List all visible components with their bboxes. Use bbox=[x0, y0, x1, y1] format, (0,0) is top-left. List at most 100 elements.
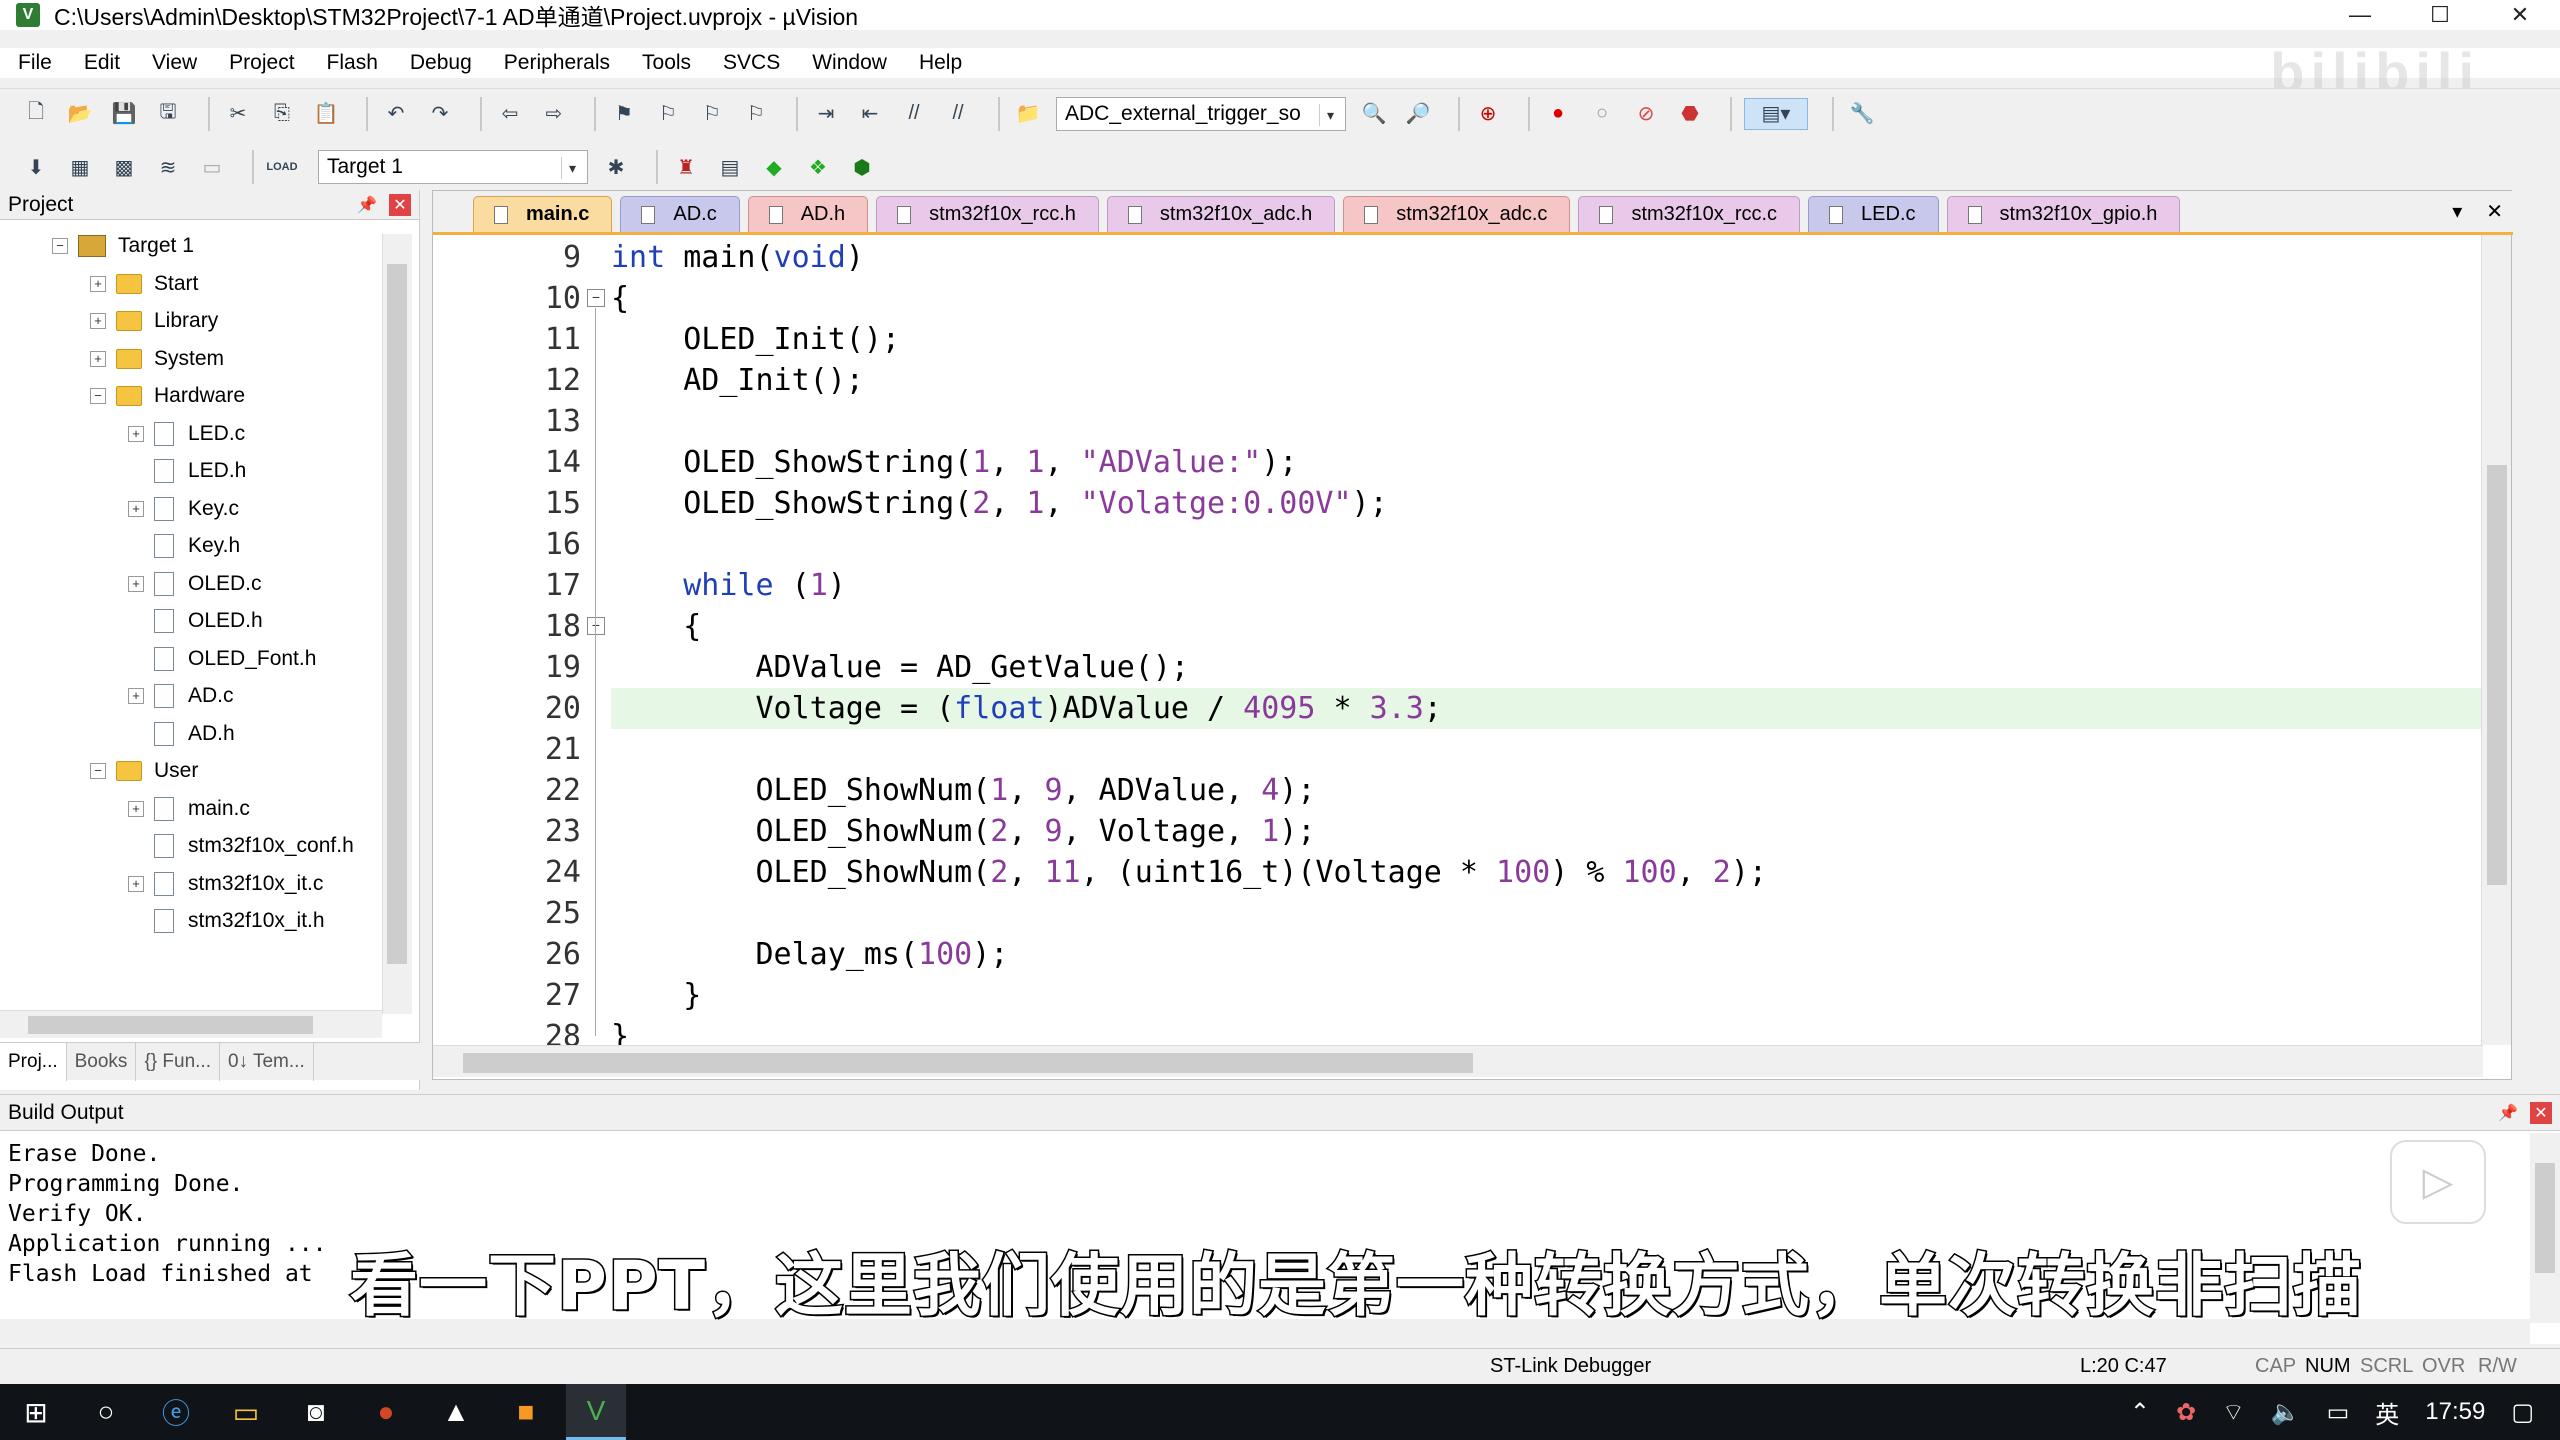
maximize-button[interactable]: ☐ bbox=[2400, 0, 2480, 30]
bookmark-clear-icon[interactable]: ⚐ bbox=[740, 98, 772, 130]
close-icon[interactable]: ✕ bbox=[2530, 1102, 2552, 1124]
scrollbar-thumb[interactable] bbox=[2535, 1163, 2555, 1273]
editor-tab[interactable]: stm32f10x_rcc.h bbox=[876, 196, 1099, 232]
unindent-icon[interactable]: ⇤ bbox=[854, 98, 886, 130]
save-icon[interactable]: 💾 bbox=[108, 98, 140, 130]
editor-tab[interactable]: stm32f10x_rcc.c bbox=[1578, 196, 1801, 232]
manage-project-items-icon[interactable]: ♜ bbox=[670, 151, 702, 183]
tray-app-icon[interactable]: ✿ bbox=[2176, 1398, 2196, 1427]
window-layout-icon[interactable]: ▤▾ bbox=[1744, 97, 1808, 130]
tab-project[interactable]: Proj... bbox=[0, 1043, 67, 1081]
undo-icon[interactable]: ↶ bbox=[380, 98, 412, 130]
minimize-button[interactable]: — bbox=[2320, 0, 2400, 30]
camera-app-icon[interactable]: ◙ bbox=[286, 1384, 346, 1440]
code-line[interactable]: { bbox=[611, 606, 2491, 647]
incremental-find-icon[interactable]: 🔎 bbox=[1402, 98, 1434, 130]
debug-start-icon[interactable]: ⊕ bbox=[1472, 98, 1504, 130]
tree-item[interactable]: stm32f10x_conf.h bbox=[128, 830, 354, 862]
bookmark-prev-icon[interactable]: ⚐ bbox=[652, 98, 684, 130]
chevron-down-icon[interactable]: ▾ bbox=[1319, 103, 1341, 126]
paste-icon[interactable]: 📋 bbox=[310, 98, 342, 130]
tree-item[interactable]: + Key.c bbox=[128, 493, 239, 525]
menu-edit[interactable]: Edit bbox=[68, 51, 136, 75]
close-tab-icon[interactable]: ✕ bbox=[2486, 199, 2503, 224]
expand-icon[interactable]: + bbox=[128, 500, 144, 517]
menu-debug[interactable]: Debug bbox=[394, 51, 488, 75]
pin-icon[interactable]: 📌 bbox=[2498, 1103, 2518, 1123]
collapse-icon[interactable]: − bbox=[90, 388, 106, 404]
code-line[interactable]: OLED_ShowString(1, 1, "ADValue:"); bbox=[611, 442, 2491, 483]
code-line[interactable]: OLED_ShowString(2, 1, "Volatge:0.00V"); bbox=[611, 483, 2491, 524]
bookmark-next-icon[interactable]: ⚐ bbox=[696, 98, 728, 130]
expand-icon[interactable]: + bbox=[90, 313, 106, 329]
find-combo[interactable]: ADC_external_trigger_so ▾ bbox=[1056, 96, 1346, 131]
code-line[interactable]: ADValue = AD_GetValue(); bbox=[611, 647, 2491, 688]
stop-build-icon[interactable]: ▭ bbox=[196, 151, 228, 183]
code-line[interactable] bbox=[611, 401, 2491, 442]
tree-item[interactable]: + Start bbox=[90, 268, 198, 300]
code-line[interactable]: int main(void) bbox=[611, 237, 2491, 278]
editor-tab[interactable]: LED.c bbox=[1808, 196, 1939, 232]
code-line[interactable] bbox=[611, 524, 2491, 565]
collapse-icon[interactable]: − bbox=[90, 763, 106, 779]
ime-indicator[interactable]: 英 bbox=[2375, 1395, 2399, 1430]
code-line[interactable]: while (1) bbox=[611, 565, 2491, 606]
windows-start-icon[interactable]: ⊞ bbox=[6, 1384, 66, 1440]
open-file-icon[interactable]: 📂 bbox=[64, 98, 96, 130]
tab-functions[interactable]: {} Fun... bbox=[136, 1043, 220, 1081]
tree-item[interactable]: + OLED.c bbox=[128, 568, 262, 600]
save-all-icon[interactable]: 🖫 bbox=[152, 98, 184, 130]
scrollbar-thumb[interactable] bbox=[2487, 465, 2507, 885]
breakpoint-disable-icon[interactable]: ○ bbox=[1586, 98, 1618, 130]
close-icon[interactable]: ✕ bbox=[389, 194, 411, 216]
orange-app-icon[interactable]: ■ bbox=[496, 1384, 556, 1440]
editor-tab[interactable]: AD.h bbox=[747, 196, 869, 232]
select-packs-icon[interactable]: ▤ bbox=[714, 151, 746, 183]
code-area[interactable]: int main(void){ OLED_Init(); AD_Init(); … bbox=[611, 235, 2491, 1045]
chevron-down-icon[interactable]: ▾ bbox=[561, 157, 583, 179]
comment-icon[interactable]: // bbox=[898, 98, 930, 130]
editor-tab[interactable]: stm32f10x_adc.h bbox=[1106, 196, 1336, 232]
code-line[interactable]: Voltage = (float)ADValue / 4095 * 3.3; bbox=[611, 688, 2491, 729]
tree-item[interactable]: − Target 1 bbox=[52, 230, 194, 262]
volume-icon[interactable]: 🔈 bbox=[2271, 1398, 2301, 1427]
nav-back-icon[interactable]: ⇦ bbox=[494, 98, 526, 130]
notification-icon[interactable]: ▢ bbox=[2511, 1398, 2534, 1427]
uncomment-icon[interactable]: // bbox=[942, 98, 974, 130]
tree-item[interactable]: stm32f10x_it.h bbox=[128, 905, 325, 937]
clock-time[interactable]: 17:59 bbox=[2425, 1398, 2485, 1426]
configure-wrench-icon[interactable]: 🔧 bbox=[1846, 98, 1878, 130]
battery-icon[interactable]: ▭ bbox=[2327, 1398, 2350, 1427]
file-explorer-icon[interactable]: ▭ bbox=[216, 1384, 276, 1440]
code-line[interactable]: } bbox=[611, 1016, 2491, 1045]
indent-icon[interactable]: ⇥ bbox=[810, 98, 842, 130]
tree-item[interactable]: + main.c bbox=[128, 793, 250, 825]
tree-item[interactable]: + AD.c bbox=[128, 680, 234, 712]
build-vertical-scrollbar[interactable] bbox=[2530, 1133, 2560, 1323]
tree-item[interactable]: + Library bbox=[90, 305, 218, 337]
tree-item[interactable]: + stm32f10x_it.c bbox=[128, 868, 323, 900]
project-vertical-scrollbar[interactable] bbox=[382, 234, 412, 1014]
wifi-icon[interactable]: ⌔ bbox=[2222, 1397, 2245, 1427]
menu-file[interactable]: File bbox=[0, 51, 68, 75]
software-packs-icon[interactable]: ⬢ bbox=[846, 151, 878, 183]
menu-svcs[interactable]: SVCS bbox=[707, 51, 796, 75]
code-line[interactable]: OLED_Init(); bbox=[611, 319, 2491, 360]
scrollbar-thumb[interactable] bbox=[387, 264, 407, 964]
editor-tab[interactable]: stm32f10x_gpio.h bbox=[1946, 196, 2181, 232]
code-line[interactable]: AD_Init(); bbox=[611, 360, 2491, 401]
fold-collapse-icon[interactable]: − bbox=[587, 289, 605, 307]
redo-icon[interactable]: ↷ bbox=[424, 98, 456, 130]
expand-icon[interactable]: + bbox=[128, 800, 144, 817]
tree-item[interactable]: Key.h bbox=[128, 530, 240, 562]
editor-vertical-scrollbar[interactable] bbox=[2481, 235, 2511, 1045]
expand-icon[interactable]: + bbox=[128, 875, 144, 892]
editor-tab[interactable]: main.c bbox=[473, 196, 613, 232]
tab-templates[interactable]: 0↓ Tem... bbox=[220, 1043, 314, 1081]
code-line[interactable]: OLED_ShowNum(1, 9, ADValue, 4); bbox=[611, 770, 2491, 811]
menu-peripherals[interactable]: Peripherals bbox=[488, 51, 626, 75]
load-download-icon[interactable]: LOAD bbox=[266, 151, 298, 183]
expand-icon[interactable]: + bbox=[128, 575, 144, 592]
tree-item[interactable]: LED.h bbox=[128, 455, 246, 487]
tree-item[interactable]: + LED.c bbox=[128, 418, 245, 450]
